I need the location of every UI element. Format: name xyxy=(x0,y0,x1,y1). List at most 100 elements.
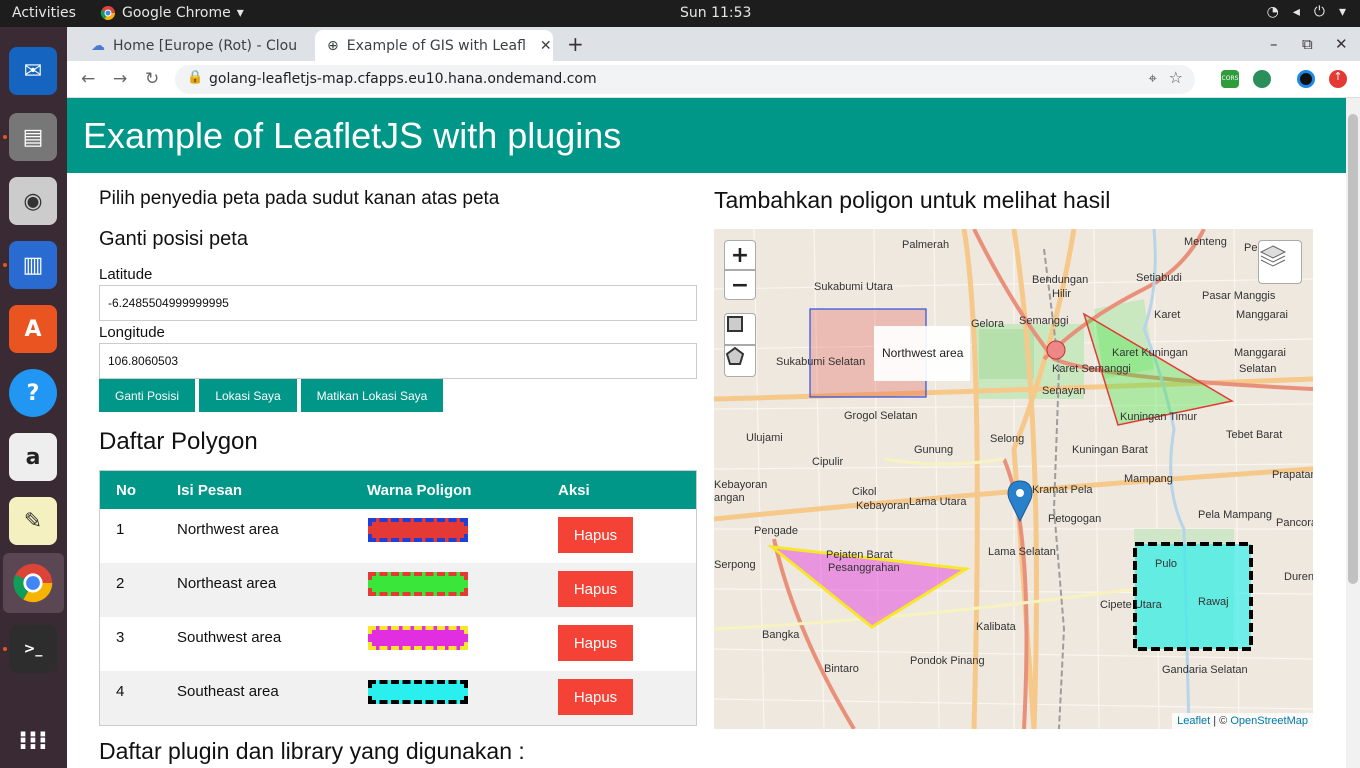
map-place-label: Pulo xyxy=(1155,558,1178,570)
map-place-label: Kuningan Timur xyxy=(1120,411,1198,423)
row-no: 4 xyxy=(116,683,125,700)
map-place-label: Pela Mampang xyxy=(1198,509,1272,521)
change-position-button[interactable]: Ganti Posisi xyxy=(99,379,195,412)
close-icon[interactable]: ✕ xyxy=(540,38,552,54)
my-location-button[interactable]: Lokasi Saya xyxy=(199,379,297,412)
map-place-label: Petogogan xyxy=(1048,513,1102,525)
map-place-label: Pondok Pinang xyxy=(910,655,985,667)
map-place-label: Selong xyxy=(990,433,1025,445)
row-message: Southwest area xyxy=(177,629,282,646)
page-header: Example of LeafletJS with plugins xyxy=(67,98,1346,173)
globe-icon: ⊕ xyxy=(327,37,339,54)
back-icon[interactable]: ← xyxy=(81,69,95,89)
text-editor-icon[interactable]: ✎ xyxy=(9,497,57,545)
map-place-label: Hilir xyxy=(1052,288,1071,300)
leaflet-link[interactable]: Leaflet xyxy=(1177,715,1210,727)
delete-button[interactable]: Hapus xyxy=(558,571,633,607)
col-color: Warna Poligon xyxy=(367,482,472,499)
wifi-icon: ◔ xyxy=(1266,4,1279,20)
row-no: 3 xyxy=(116,629,125,646)
table-row: 2 Northeast area Hapus xyxy=(100,563,696,617)
update-icon[interactable]: ↑ xyxy=(1329,70,1347,88)
ubuntu-dock: ✉ ▤ ◉ ▥ A ? a ✎ >_ ⁝⁝⁝ xyxy=(0,27,67,768)
chrome-dock-icon[interactable] xyxy=(9,559,57,607)
map-place-label: Gunung xyxy=(914,444,954,456)
activities-button[interactable]: Activities xyxy=(12,5,76,21)
lock-icon: 🔒 xyxy=(187,70,204,85)
app-name: Google Chrome xyxy=(122,5,231,21)
map-place-label: Lama Selatan xyxy=(988,546,1056,558)
map-place-label: Ulujami xyxy=(746,432,783,444)
chrome-icon xyxy=(100,6,115,20)
delete-button[interactable]: Hapus xyxy=(558,679,633,715)
zoom-in-button[interactable]: + xyxy=(724,240,756,270)
reload-icon[interactable]: ↻ xyxy=(145,69,159,89)
thunderbird-icon[interactable]: ✉ xyxy=(9,47,57,95)
table-row: 3 Southwest area Hapus xyxy=(100,617,696,671)
page-scrollbar[interactable] xyxy=(1346,98,1360,768)
position-heading: Ganti posisi peta xyxy=(99,228,248,250)
latitude-input[interactable]: -6.2485504999999995 xyxy=(99,285,697,321)
osm-link[interactable]: OpenStreetMap xyxy=(1230,715,1308,727)
software-center-icon[interactable]: A xyxy=(9,305,57,353)
amazon-icon[interactable]: a xyxy=(9,433,57,481)
draw-rectangle-icon[interactable] xyxy=(724,313,756,345)
table-header: No Isi Pesan Warna Poligon Aksi xyxy=(100,471,696,509)
app-menu[interactable]: Google Chrome ▾ xyxy=(100,5,244,21)
table-row: 1 Northwest area Hapus xyxy=(100,509,696,563)
clock[interactable]: Sun 11:53 xyxy=(680,5,751,21)
polygon-list-heading: Daftar Polygon xyxy=(99,428,258,455)
longitude-label: Longitude xyxy=(99,324,165,341)
map-place-label: Karet Semanggi xyxy=(1052,363,1131,375)
close-window-button[interactable]: ✕ xyxy=(1335,35,1348,53)
help-icon[interactable]: ? xyxy=(9,369,57,417)
delete-button[interactable]: Hapus xyxy=(558,517,633,553)
system-tray[interactable]: ◔ ◂ ⏻ ▾ xyxy=(1267,4,1346,20)
map-place-label: Cipete Utara xyxy=(1100,599,1162,611)
zoom-out-button[interactable]: − xyxy=(724,270,756,300)
delete-button[interactable]: Hapus xyxy=(558,625,633,661)
rhythmbox-icon[interactable]: ◉ xyxy=(9,177,57,225)
location-icon[interactable]: ⌖ xyxy=(1149,69,1157,87)
polygon-table: No Isi Pesan Warna Poligon Aksi 1 Northw… xyxy=(99,470,697,726)
writer-icon[interactable]: ▥ xyxy=(9,241,57,289)
longitude-input[interactable]: 106.8060503 xyxy=(99,343,697,379)
cors-extension-icon[interactable]: CORS xyxy=(1221,70,1239,88)
map-place-label: Prapatan xyxy=(1272,469,1313,481)
scrollbar-thumb[interactable] xyxy=(1348,114,1358,584)
star-icon[interactable]: ☆ xyxy=(1169,68,1183,87)
forward-icon[interactable]: → xyxy=(113,69,127,89)
minimize-button[interactable]: – xyxy=(1270,35,1278,53)
tab-gis[interactable]: ⊕ Example of GIS with Leafl ✕ xyxy=(315,30,553,61)
chevron-down-icon: ▾ xyxy=(1338,4,1346,20)
map-place-label: Selatan xyxy=(1239,363,1277,375)
row-message: Northeast area xyxy=(177,575,277,592)
volume-icon: ◂ xyxy=(1292,4,1300,20)
col-action: Aksi xyxy=(558,482,590,499)
map-place-label: Manggarai xyxy=(1234,347,1286,359)
map-place-label: Lama Utara xyxy=(909,496,967,508)
files-icon[interactable]: ▤ xyxy=(9,113,57,161)
stop-location-button[interactable]: Matikan Lokasi Saya xyxy=(301,379,443,412)
plugin-list-heading: Daftar plugin dan library yang digunakan… xyxy=(99,738,525,764)
draw-polygon-icon[interactable] xyxy=(724,345,756,377)
map-place-label: Pasar Manggis xyxy=(1202,290,1276,302)
maximize-button[interactable]: ⧉ xyxy=(1302,35,1313,53)
map-place-label: Duren Tiga xyxy=(1284,571,1313,583)
profile-avatar[interactable] xyxy=(1297,70,1315,88)
map-place-label: Manggarai xyxy=(1236,309,1288,321)
map-place-label: Sukabumi Utara xyxy=(814,281,893,293)
map-place-label: Grogol Selatan xyxy=(844,410,918,422)
omnibox[interactable]: 🔒 golang-leafletjs-map.cfapps.eu10.hana.… xyxy=(175,65,1195,94)
ubuntu-top-bar: Activities Google Chrome ▾ Sun 11:53 ◔ ◂… xyxy=(0,0,1360,27)
show-apps-icon[interactable]: ⁝⁝⁝ xyxy=(9,717,57,765)
tab-home[interactable]: ☁ Home [Europe (Rot) - Clou xyxy=(79,30,315,61)
leaflet-map[interactable]: PalmerahMentengPeganBendunganHilirSetiab… xyxy=(714,229,1313,729)
map-place-label: Pesanggrahan xyxy=(828,562,900,574)
map-place-label: Kuningan Barat xyxy=(1072,444,1148,456)
terminal-icon[interactable]: >_ xyxy=(9,625,57,673)
map-place-label: Palmerah xyxy=(902,239,950,251)
layers-icon[interactable] xyxy=(1258,240,1302,284)
earth-extension-icon[interactable] xyxy=(1253,70,1271,88)
new-tab-button[interactable]: + xyxy=(567,32,584,56)
